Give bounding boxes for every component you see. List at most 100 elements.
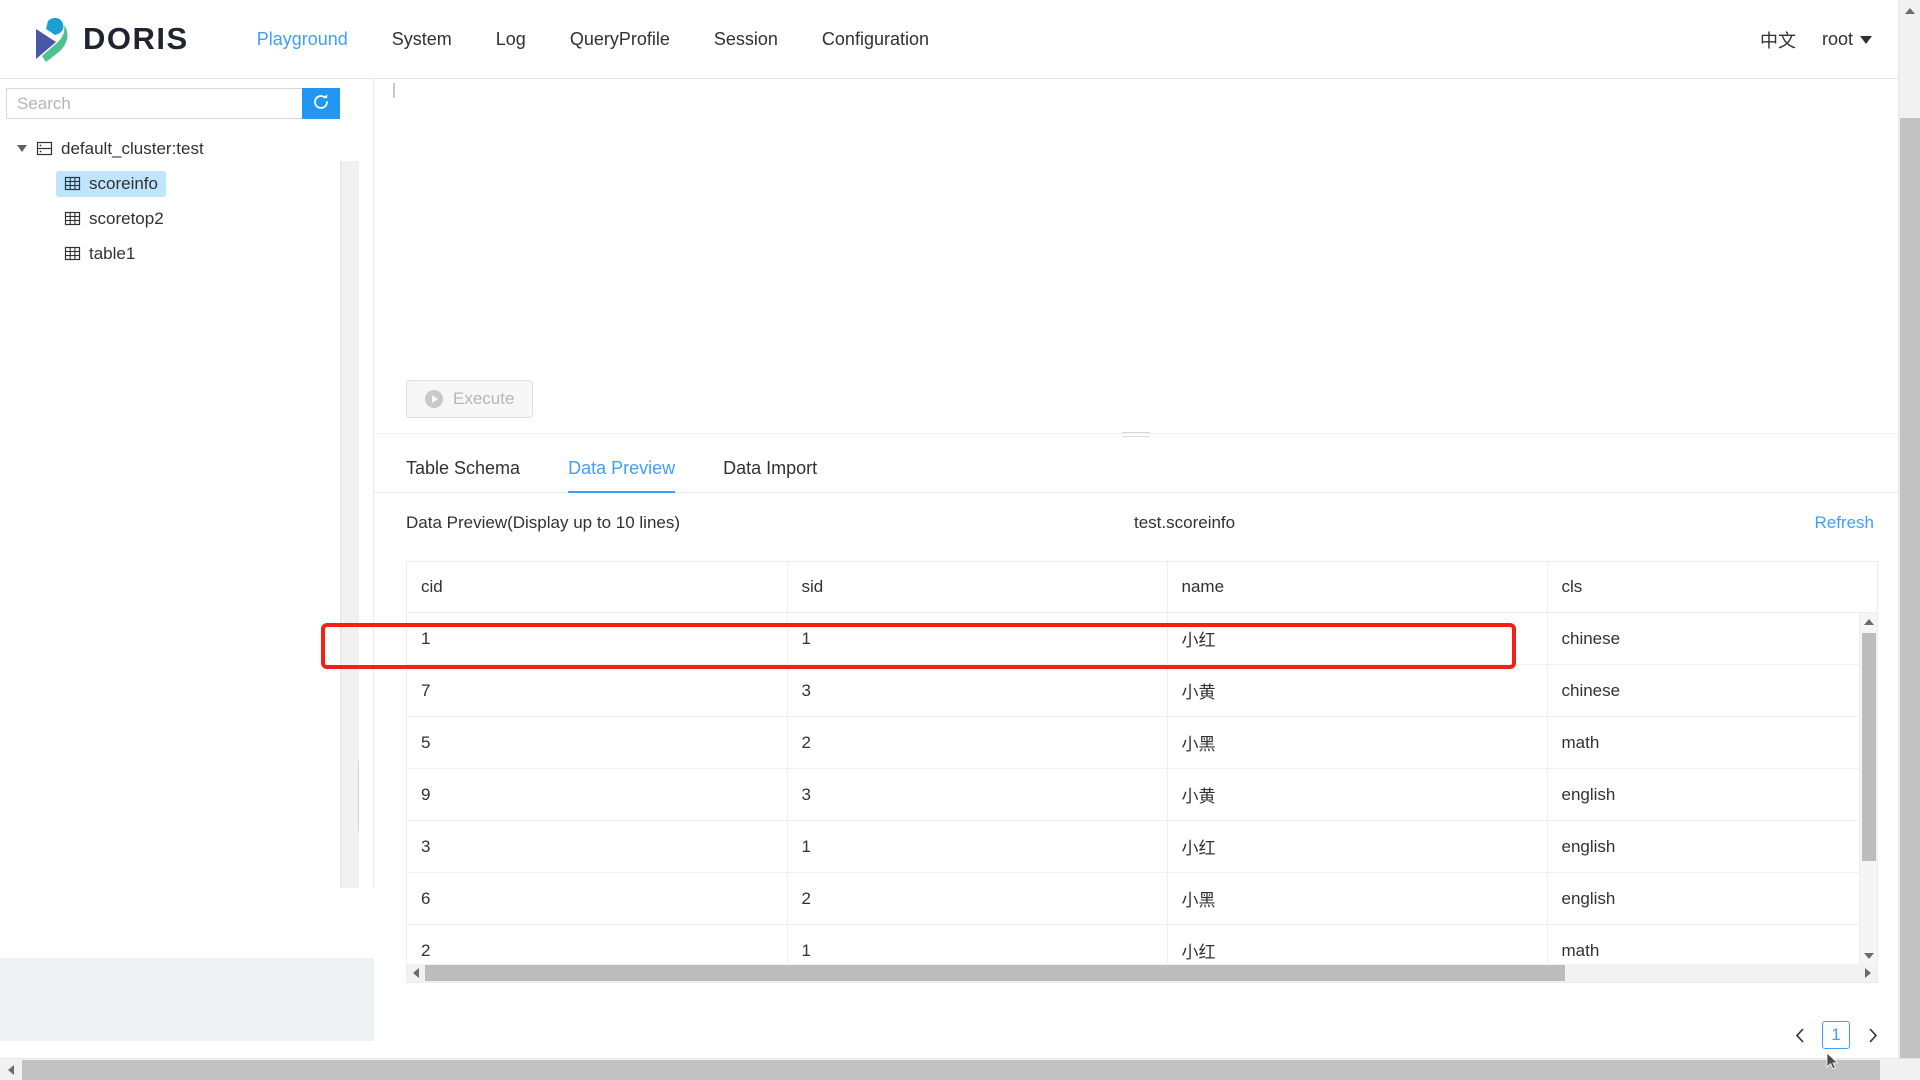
pagination-prev-button[interactable] [1788,1021,1812,1049]
table-horizontal-scrollbar[interactable] [406,964,1878,983]
cell-cid: 2 [407,924,788,964]
chevron-down-icon [1860,35,1872,44]
tree-node-label: scoreinfo [89,173,158,193]
sidebar-footer-panel [0,958,376,1041]
cell-cid: 6 [407,872,788,925]
table-vertical-scrollbar[interactable] [1859,613,1877,964]
page-vertical-scrollbar[interactable] [1898,0,1920,1060]
cell-cid: 7 [407,664,788,717]
cell-sid: 1 [787,612,1168,665]
data-preview-table-container: cid sid name cls 1 1 小红 chinese 7 3 小黄 c… [406,561,1878,964]
cell-sid: 3 [787,664,1168,717]
cell-sid: 2 [787,716,1168,769]
table-scroll-down-button[interactable] [1860,947,1877,964]
nav-item-system[interactable]: System [370,29,474,50]
table-hscroll-thumb[interactable] [425,965,1565,981]
cell-cid: 3 [407,820,788,873]
nav-right-group: 中文 root [1760,0,1872,79]
chevron-up-icon [1905,8,1915,14]
cell-cls: math [1547,716,1877,769]
sidebar-scrollbar[interactable] [340,161,359,888]
pagination-next-button[interactable] [1860,1021,1884,1049]
table-scroll-left-button[interactable] [407,965,425,982]
nav-item-log[interactable]: Log [474,29,548,50]
column-header-name[interactable]: name [1167,562,1548,613]
text-cursor-icon [393,83,395,98]
cell-name: 小红 [1167,820,1548,873]
column-header-sid[interactable]: sid [787,562,1168,613]
table-vscroll-thumb[interactable] [1862,633,1876,861]
brand-name: DORIS [83,21,189,56]
database-icon [36,140,53,157]
column-header-cls[interactable]: cls [1547,562,1877,613]
table-row[interactable]: 3 1 小红 english [407,820,1877,873]
top-navigation-bar: DORIS Playground System Log QueryProfile… [0,0,1898,79]
cell-sid: 1 [787,820,1168,873]
cell-name: 小红 [1167,612,1548,665]
table-icon [64,175,81,192]
table-scroll-up-button[interactable] [1860,613,1877,631]
tab-data-import[interactable]: Data Import [723,458,837,492]
execute-button[interactable]: Execute [406,380,534,418]
page-scroll-up-button[interactable] [1899,0,1920,22]
data-preview-meta: Data Preview(Display up to 10 lines) tes… [374,493,1898,555]
user-menu[interactable]: root [1822,29,1872,50]
nav-item-configuration[interactable]: Configuration [800,29,951,50]
pagination-page-1[interactable]: 1 [1822,1021,1850,1049]
page-hscroll-thumb[interactable] [22,1060,1880,1080]
search-input[interactable] [6,88,302,119]
tree-node-scoreinfo[interactable]: scoreinfo [0,166,373,201]
nav-item-queryprofile[interactable]: QueryProfile [548,29,692,50]
cell-cls: chinese [1547,664,1877,717]
tree-node-label: default_cluster:test [61,138,204,158]
search-bar [6,88,340,119]
pagination: 1 [1788,1021,1884,1049]
column-header-cid[interactable]: cid [407,562,788,613]
panel-splitter-handle[interactable] [374,427,1898,441]
chevron-left-icon [8,1064,14,1075]
sql-editor[interactable]: Execute [374,79,1898,434]
cell-cls: english [1547,872,1877,925]
splitter-grip-icon [1122,429,1150,440]
page-horizontal-scrollbar[interactable] [0,1058,1920,1080]
page-scroll-left-button[interactable] [0,1059,22,1080]
cell-sid: 3 [787,768,1168,821]
nav-item-session[interactable]: Session [692,29,800,50]
tree-node-table1[interactable]: table1 [0,236,373,271]
tab-table-schema[interactable]: Table Schema [406,458,540,492]
nav-item-playground[interactable]: Playground [235,29,370,50]
page-vscroll-thumb[interactable] [1900,118,1920,1060]
table-header-row: cid sid name cls [407,562,1877,613]
table-icon [64,210,81,227]
table-row[interactable]: 2 1 小红 math [407,924,1877,964]
cell-sid: 1 [787,924,1168,964]
user-menu-label: root [1821,29,1853,49]
table-row[interactable]: 5 2 小黑 math [407,716,1877,769]
tree-node-test[interactable]: default_cluster:test [0,131,373,166]
table-row-highlighted[interactable]: 9 3 小黄 english [407,768,1877,821]
refresh-button[interactable] [302,88,340,119]
language-switch[interactable]: 中文 [1760,27,1796,53]
chevron-right-icon [1868,1027,1877,1043]
doris-logo-icon [26,15,72,63]
play-icon [425,390,443,408]
table-row[interactable]: 1 1 小红 chinese [407,612,1877,665]
database-sidebar: default_cluster:information_schema defau… [0,79,374,888]
chevron-down-icon[interactable] [14,141,30,157]
cell-sid: 2 [787,872,1168,925]
refresh-icon [310,91,332,116]
tree-node-label: table1 [89,243,136,263]
data-preview-table-name: test.scoreinfo [1134,513,1236,532]
tree-node-scoretop2[interactable]: scoretop2 [0,201,373,236]
table-body: 1 1 小红 chinese 7 3 小黄 chinese 5 2 小黑 mat… [407,612,1877,964]
refresh-link[interactable]: Refresh [1814,513,1874,533]
cell-name: 小红 [1167,924,1548,964]
tree-node-label: scoretop2 [89,208,164,228]
table-row[interactable]: 7 3 小黄 chinese [407,664,1877,717]
cell-cls: english [1547,768,1877,821]
table-row[interactable]: 6 2 小黑 english [407,872,1877,925]
table-scroll-right-button[interactable] [1859,965,1877,982]
tab-data-preview[interactable]: Data Preview [568,458,695,493]
result-tabs: Table Schema Data Preview Data Import [374,441,1898,493]
data-preview-title: Data Preview(Display up to 10 lines) [406,513,681,532]
